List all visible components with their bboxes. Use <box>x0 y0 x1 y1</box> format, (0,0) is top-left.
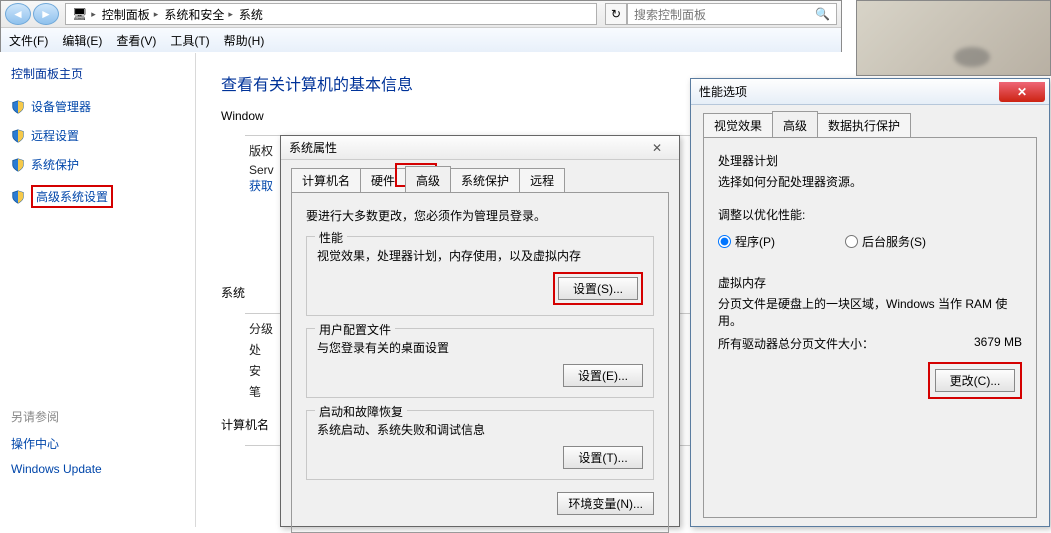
tab-system-protection[interactable]: 系统保护 <box>450 168 520 192</box>
tab-hardware[interactable]: 硬件 <box>360 168 406 192</box>
see-also-label: 另请参阅 <box>11 408 185 425</box>
shield-icon <box>11 129 25 143</box>
perf-tabs: 视觉效果 高级 数据执行保护 <box>703 111 1037 138</box>
menu-edit[interactable]: 编辑(E) <box>62 32 102 49</box>
tab-advanced[interactable]: 高级 <box>405 166 451 192</box>
sidebar-item-remote-settings[interactable]: 远程设置 <box>11 127 185 144</box>
breadcrumb[interactable]: 🖥▸ 控制面板▸ 系统和安全▸ 系统 <box>65 3 597 25</box>
sidebar-title[interactable]: 控制面板主页 <box>11 65 185 82</box>
crumb-system-security[interactable]: 系统和安全 <box>164 6 224 23</box>
sidebar: 控制面板主页 设备管理器 远程设置 系统保护 高级系统设置 另请参阅 操作中心 … <box>1 53 196 527</box>
explorer-window: ◄ ► 🖥▸ 控制面板▸ 系统和安全▸ 系统 ↻ 搜索控制面板 🔍 文件(F) … <box>0 0 842 52</box>
vm-desc: 分页文件是硬盘上的一块区域，Windows 当作 RAM 使用。 <box>718 295 1022 329</box>
tab-dep[interactable]: 数据执行保护 <box>817 113 911 137</box>
startup-desc: 系统启动、系统失败和调试信息 <box>317 421 643 438</box>
link-action-center[interactable]: 操作中心 <box>11 435 185 452</box>
scheduling-title: 处理器计划 <box>718 152 1022 169</box>
back-icon: ◄ <box>12 7 24 21</box>
settings-profiles-button[interactable]: 设置(E)... <box>563 364 643 387</box>
vm-total-label: 所有驱动器总分页文件大小： <box>718 335 874 352</box>
sidebar-item-label: 系统保护 <box>31 156 79 173</box>
sidebar-item-label: 远程设置 <box>31 127 79 144</box>
annotation-box: 设置(S)... <box>553 272 643 305</box>
tab-remote[interactable]: 远程 <box>519 168 565 192</box>
profiles-desc: 与您登录有关的桌面设置 <box>317 339 643 356</box>
dialog-titlebar: 系统属性 ✕ <box>281 136 679 160</box>
menu-file[interactable]: 文件(F) <box>9 32 48 49</box>
crumb-control-panel[interactable]: 控制面板 <box>102 6 150 23</box>
menu-bar: 文件(F) 编辑(E) 查看(V) 工具(T) 帮助(H) <box>1 28 841 52</box>
link-windows-update[interactable]: Windows Update <box>11 462 185 476</box>
user-profiles-group: 用户配置文件 与您登录有关的桌面设置 设置(E)... <box>306 328 654 398</box>
performance-options-dialog: 性能选项 ✕ 视觉效果 高级 数据执行保护 处理器计划 选择如何分配处理器资源。… <box>690 78 1050 527</box>
sidebar-item-label: 高级系统设置 <box>31 185 113 208</box>
adjust-label: 调整以优化性能: <box>718 206 1022 223</box>
search-icon: 🔍 <box>815 7 830 21</box>
sidebar-item-advanced-settings[interactable]: 高级系统设置 <box>11 185 185 208</box>
desktop-photo-peek <box>856 0 1051 76</box>
shield-icon <box>11 190 25 204</box>
tab-perf-advanced[interactable]: 高级 <box>772 111 818 137</box>
performance-group: 性能 视觉效果，处理器计划，内存使用，以及虚拟内存 设置(S)... <box>306 236 654 316</box>
vm-title: 虚拟内存 <box>718 274 1022 291</box>
radio-services-label: 后台服务(S) <box>862 233 926 250</box>
radio-services[interactable]: 后台服务(S) <box>845 233 926 250</box>
search-input[interactable]: 搜索控制面板 🔍 <box>627 3 837 25</box>
shield-icon <box>11 100 25 114</box>
refresh-button[interactable]: ↻ <box>605 3 627 25</box>
search-placeholder: 搜索控制面板 <box>634 6 706 23</box>
crumb-system[interactable]: 系统 <box>239 6 263 23</box>
group-title-profiles: 用户配置文件 <box>315 321 395 338</box>
radio-services-input[interactable] <box>845 235 858 248</box>
change-button[interactable]: 更改(C)... <box>935 369 1015 392</box>
forward-icon: ► <box>40 7 52 21</box>
forward-button[interactable]: ► <box>33 3 59 25</box>
environment-variables-button[interactable]: 环境变量(N)... <box>557 492 654 515</box>
sysprop-tabs: 计算机名 硬件 高级 系统保护 远程 <box>291 166 669 193</box>
tab-pane-advanced: 要进行大多数更改，您必须作为管理员登录。 性能 视觉效果，处理器计划，内存使用，… <box>291 193 669 533</box>
system-properties-dialog: 系统属性 ✕ 计算机名 硬件 高级 系统保护 远程 要进行大多数更改，您必须作为… <box>280 135 680 527</box>
breadcrumb-root-icon: 🖥▸ <box>72 7 96 21</box>
group-title-performance: 性能 <box>315 229 347 246</box>
close-button[interactable]: ✕ <box>643 141 671 155</box>
virtual-memory-block: 虚拟内存 分页文件是硬盘上的一块区域，Windows 当作 RAM 使用。 所有… <box>718 274 1022 352</box>
scheduling-desc: 选择如何分配处理器资源。 <box>718 173 1022 190</box>
admin-note: 要进行大多数更改，您必须作为管理员登录。 <box>306 207 654 224</box>
radio-programs-input[interactable] <box>718 235 731 248</box>
tab-computer-name[interactable]: 计算机名 <box>291 168 361 192</box>
scheduling-radio-group: 程序(P) 后台服务(S) <box>718 233 1022 250</box>
menu-tools[interactable]: 工具(T) <box>170 32 209 49</box>
close-button[interactable]: ✕ <box>999 82 1045 102</box>
startup-recovery-group: 启动和故障恢复 系统启动、系统失败和调试信息 设置(T)... <box>306 410 654 480</box>
menu-view[interactable]: 查看(V) <box>116 32 156 49</box>
address-bar: ◄ ► 🖥▸ 控制面板▸ 系统和安全▸ 系统 ↻ 搜索控制面板 🔍 <box>1 1 841 28</box>
annotation-box: 更改(C)... <box>928 362 1022 399</box>
radio-programs[interactable]: 程序(P) <box>718 233 775 250</box>
dialog-title: 性能选项 <box>699 83 747 100</box>
radio-programs-label: 程序(P) <box>735 233 775 250</box>
refresh-icon: ↻ <box>611 7 621 21</box>
dialog-titlebar: 性能选项 ✕ <box>691 79 1049 105</box>
dialog-title: 系统属性 <box>289 139 337 156</box>
tab-visual-effects[interactable]: 视觉效果 <box>703 113 773 137</box>
perf-tab-pane: 处理器计划 选择如何分配处理器资源。 调整以优化性能: 程序(P) 后台服务(S… <box>703 138 1037 518</box>
sidebar-item-label: 设备管理器 <box>31 98 91 115</box>
vm-total-value: 3679 MB <box>974 335 1022 352</box>
settings-performance-button[interactable]: 设置(S)... <box>558 277 638 300</box>
settings-startup-button[interactable]: 设置(T)... <box>563 446 643 469</box>
performance-desc: 视觉效果，处理器计划，内存使用，以及虚拟内存 <box>317 247 643 264</box>
sidebar-item-device-manager[interactable]: 设备管理器 <box>11 98 185 115</box>
menu-help[interactable]: 帮助(H) <box>224 32 265 49</box>
back-button[interactable]: ◄ <box>5 3 31 25</box>
group-title-startup: 启动和故障恢复 <box>315 403 407 420</box>
sidebar-item-system-protection[interactable]: 系统保护 <box>11 156 185 173</box>
shield-icon <box>11 158 25 172</box>
